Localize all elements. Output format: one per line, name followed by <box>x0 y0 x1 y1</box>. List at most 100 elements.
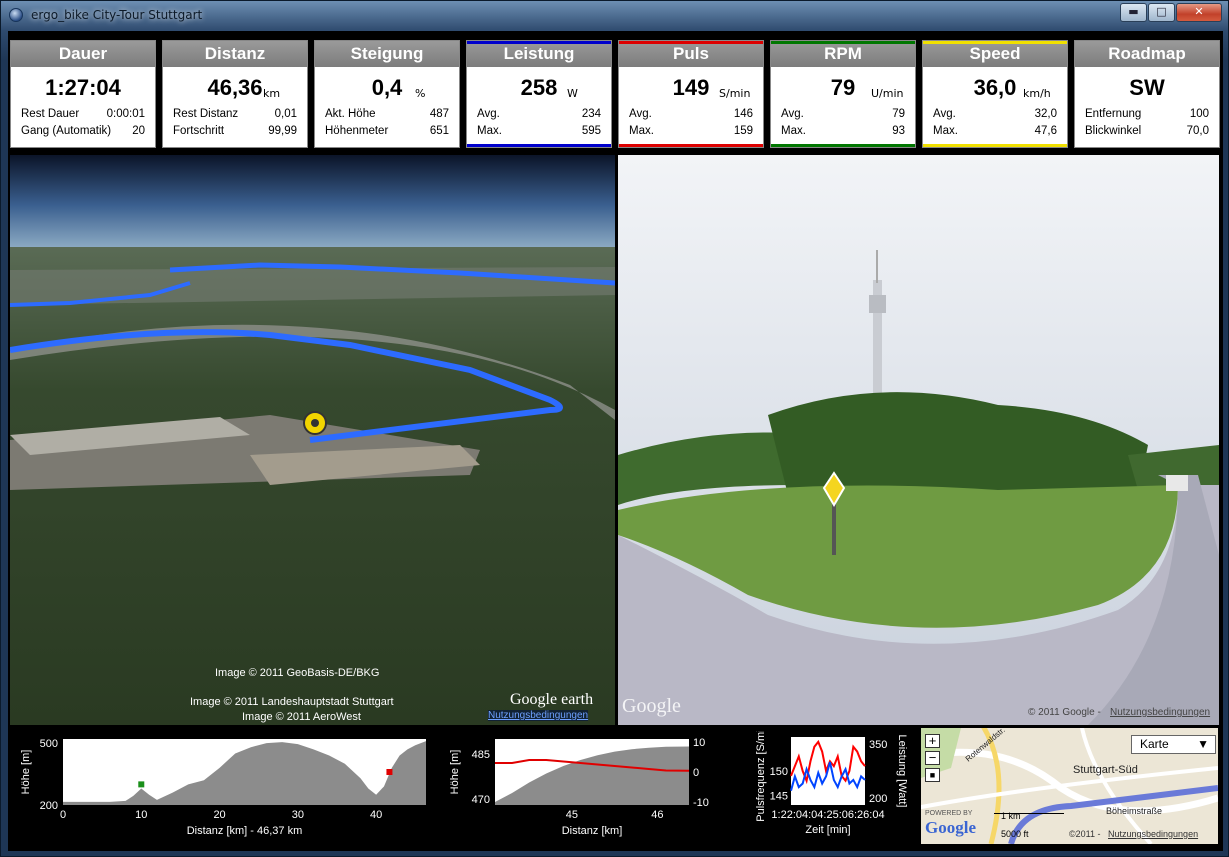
map-powered-by: POWERED BY <box>925 810 973 817</box>
panel-speed-row2-label: Max. <box>933 125 958 137</box>
earth-credit-aerowest: Image © 2011 AeroWest <box>242 711 361 723</box>
panel-leistung-value: 258 <box>520 75 558 100</box>
panel-distanz-row2-value: 99,99 <box>268 125 297 137</box>
zoom-in-button[interactable]: + <box>925 734 940 748</box>
earth-credit-geobasis: Image © 2011 GeoBasis-DE/BKG <box>215 667 380 679</box>
panel-steigung-row1-value: 487 <box>429 108 449 120</box>
reset-view-button[interactable]: ■ <box>925 768 940 782</box>
client-area: Dauer 1:27:04 Rest Dauer 0:00:01 Gang (Autom… <box>8 31 1223 851</box>
close-button[interactable]: ✕ <box>1176 3 1222 22</box>
panel-steigung-row2-value: 651 <box>429 125 449 137</box>
panel-distanz-value: 46,36 <box>207 75 263 100</box>
panel-rpm-row2-label: Max. <box>781 125 806 137</box>
street-view-scene <box>618 155 1219 725</box>
panel-steigung-row1-label: Akt. Höhe <box>325 108 376 120</box>
map-terms-link[interactable]: Nutzungsbedingungen <box>1108 829 1198 839</box>
y-tick-label: 145 <box>770 790 788 802</box>
minimize-button[interactable]: ▬ <box>1120 3 1147 22</box>
panel-dauer-row1-label: Rest Dauer <box>21 108 80 120</box>
y2-tick-label: 10 <box>693 737 705 749</box>
panel-roadmap-value: SW <box>1129 75 1165 100</box>
panel-rpm: RPM 79 U/min Avg. 79 Max. 93 <box>770 40 916 148</box>
panel-speed-row2-value: 47,6 <box>1034 125 1057 137</box>
panel-leistung-row1-value: 234 <box>581 108 601 120</box>
panel-leistung: Leistung 258 W Avg. 234 Max. 595 <box>466 40 612 148</box>
panel-distanz: Distanz 46,36 km Rest Distanz 0,01 Fortschrit… <box>162 40 308 148</box>
x-axis-label: Zeit [min] <box>805 824 850 836</box>
panel-dauer-value: 1:27:04 <box>45 75 121 100</box>
panel-distanz-unit: km <box>263 87 281 100</box>
x-tick-label: 20 <box>213 809 225 821</box>
y2-tick-label: -10 <box>693 797 709 809</box>
panel-leistung-top-accent <box>467 41 611 44</box>
y2-tick-label: 200 <box>869 793 887 805</box>
streetview-copyright: © 2011 Google - <box>1028 707 1101 718</box>
street-view-panel[interactable]: Google © 2011 Google - Nutzungsbedingung… <box>618 155 1219 725</box>
panel-puls-row1-value: 146 <box>733 108 753 120</box>
x-tick-label: 40 <box>370 809 382 821</box>
x-tick-label: 0 <box>60 809 66 821</box>
panel-steigung: Steigung 0,4% Akt. Höhe 487 Höhenmeter 651 <box>314 40 460 148</box>
map-label-stuttgart-sued: Stuttgart-Süd <box>1073 764 1138 776</box>
panel-steigung-value: 0,4 <box>371 75 403 100</box>
panel-puls-label: Puls <box>619 41 763 67</box>
panel-distanz-row1-value: 0,01 <box>274 108 297 120</box>
panel-puls-row1-label: Avg. <box>629 108 652 120</box>
x-tick-label: 1:22:04:04:25:06:26:04 <box>771 809 884 821</box>
panel-speed: Speed 36,0 km/h Avg. 32,0 Max. 47,6 <box>922 40 1068 148</box>
y-tick-label: 150 <box>770 766 788 778</box>
y-tick-label: 485 <box>472 749 490 761</box>
panel-rpm-label: RPM <box>771 41 915 67</box>
app-window: ergo_bike City-Tour Stuttgart ▬ □ ✕ Daue… <box>0 0 1229 857</box>
panel-speed-unit: km/h <box>1023 87 1051 100</box>
panel-steigung-unit: % <box>415 87 426 100</box>
elevation-profile-chart: 0 10 20 30 40 200 500 Distanz [km] - 46,37 km Hö… <box>20 738 426 837</box>
panel-speed-top-accent <box>923 41 1067 44</box>
panel-leistung-unit: W <box>567 87 578 100</box>
panel-speed-row1-label: Avg. <box>933 108 956 120</box>
earth-3d-view[interactable]: Image © 2011 GeoBasis-DE/BKG Image © 201… <box>10 155 615 725</box>
y-tick-label: 500 <box>40 738 58 750</box>
panel-roadmap-row1-value: 100 <box>1189 108 1209 120</box>
y-axis-label: Pulsfrequenz [S/min] <box>755 731 767 822</box>
panel-puls-row2-label: Max. <box>629 125 654 137</box>
x-tick-label: 10 <box>135 809 147 821</box>
x-axis-label: Distanz [km] - 46,37 km <box>187 825 303 837</box>
google-logo: Google <box>622 695 681 717</box>
panel-puls: Puls 149 S/min Avg. 146 Max. 159 <box>618 40 764 148</box>
earth-terms-link[interactable]: Nutzungsbedingungen <box>488 710 589 721</box>
map-type-dropdown[interactable]: Karte ▼ <box>1131 735 1216 754</box>
panel-roadmap-label: Roadmap <box>1075 41 1219 67</box>
panel-roadmap-row1-label: Entfernung <box>1085 108 1142 120</box>
maximize-button[interactable]: □ <box>1148 3 1175 22</box>
window-title: ergo_bike City-Tour Stuttgart <box>31 8 203 22</box>
panel-dauer: Dauer 1:27:04 Rest Dauer 0:00:01 Gang (Autom… <box>10 40 156 148</box>
marker-start <box>138 781 145 788</box>
panel-leistung-bottom-accent <box>467 144 611 147</box>
y-axis-label: Höhe [m] <box>449 750 461 795</box>
panel-leistung-row2-value: 595 <box>581 125 601 137</box>
google-earth-logo: Google earth <box>510 691 594 708</box>
map-type-label: Karte <box>1140 737 1169 751</box>
earth-credit-stuttgart: Image © 2011 Landeshauptstadt Stuttgart <box>190 696 394 708</box>
streetview-terms-link[interactable]: Nutzungsbedingungen <box>1110 707 1210 718</box>
panel-speed-row1-value: 32,0 <box>1034 108 1057 120</box>
map-panel[interactable]: + − ■ Karte ▼ Stuttgart-Süd Böheimstraße… <box>921 728 1218 844</box>
panel-roadmap: Roadmap SW Entfernung 100 Blickwinkel 70,0 <box>1074 40 1220 148</box>
panel-puls-bottom-accent <box>619 144 763 147</box>
panel-steigung-row2-label: Höhenmeter <box>325 125 389 137</box>
panel-leistung-row1-label: Avg. <box>477 108 500 120</box>
panel-rpm-top-accent <box>771 41 915 44</box>
panel-roadmap-row2-value: 70,0 <box>1186 125 1209 137</box>
panel-rpm-row1-label: Avg. <box>781 108 804 120</box>
y-tick-label: 470 <box>472 794 490 806</box>
panel-rpm-row2-value: 93 <box>892 125 905 137</box>
titlebar: ergo_bike City-Tour Stuttgart ▬ □ ✕ <box>1 1 1229 31</box>
zoom-out-button[interactable]: − <box>925 751 940 765</box>
panel-rpm-unit: U/min <box>871 87 904 100</box>
chevron-down-icon: ▼ <box>1197 737 1209 751</box>
panel-rpm-bottom-accent <box>771 144 915 147</box>
y-tick-label: 200 <box>40 800 58 812</box>
panel-dauer-row1-value: 0:00:01 <box>106 108 145 120</box>
panel-distanz-label: Distanz <box>163 41 307 67</box>
